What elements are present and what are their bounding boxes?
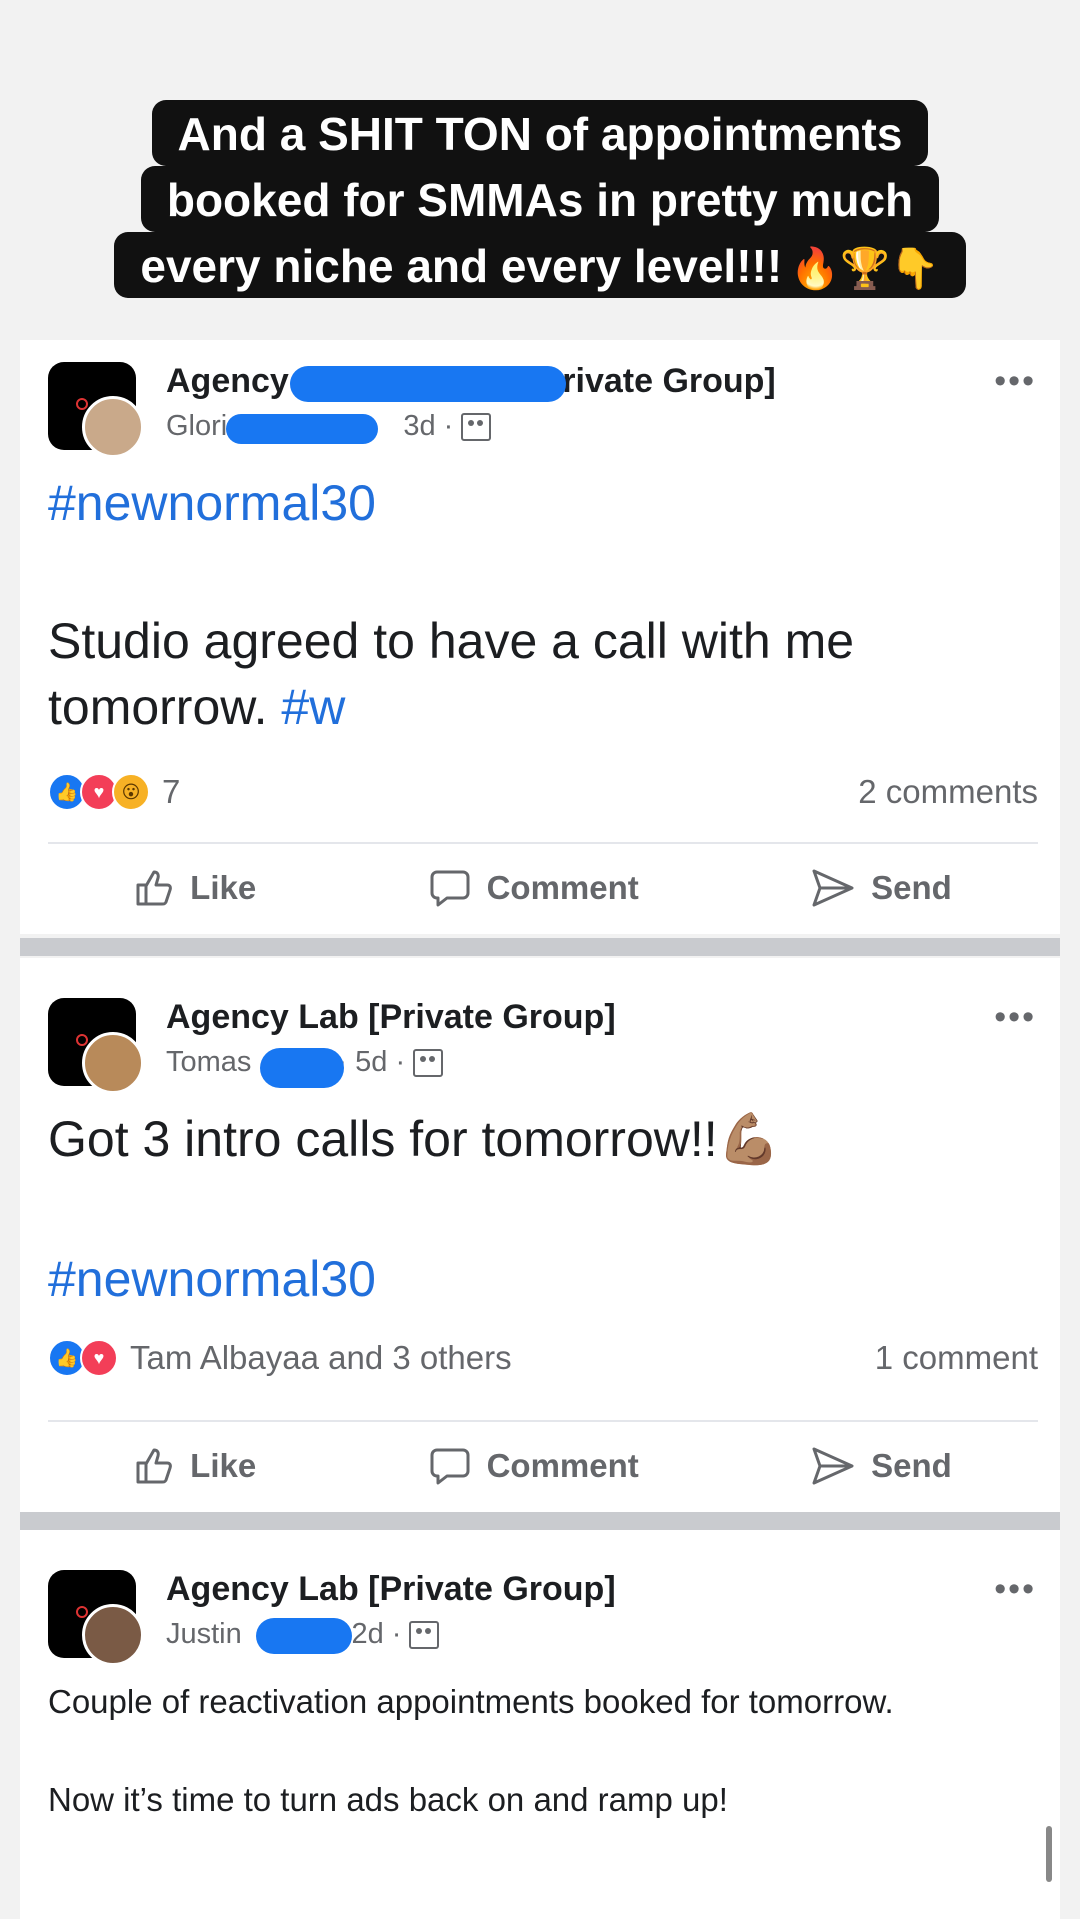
like-button[interactable]: Like (134, 1446, 256, 1486)
comment-button[interactable]: Comment (429, 1446, 639, 1486)
wow-reaction-icon: 😮 (112, 773, 150, 811)
redaction-mark (290, 366, 566, 402)
caption-line-1: And a SHIT TON of appointments (151, 100, 929, 166)
divider (48, 1420, 1038, 1422)
redaction-mark (260, 1048, 344, 1088)
hashtag-link[interactable]: #newnormal30 (48, 1246, 1038, 1312)
post-3: Agency Lab [Private Group] Justin · 2d ·… (20, 1530, 1060, 1919)
group-name[interactable]: Agency Lab [Private Group] (166, 1570, 616, 1609)
hashtag-link[interactable]: #newnormal30 (48, 470, 1038, 536)
post-text-line-2: Now it’s time to turn ads back on and ra… (48, 1781, 728, 1818)
caption-emojis: 🔥🏆👇 (790, 247, 940, 291)
divider (48, 842, 1038, 844)
comment-button[interactable]: Comment (429, 868, 639, 908)
comment-icon (430, 870, 470, 907)
send-button[interactable]: Send (811, 1446, 952, 1486)
group-name[interactable]: Agency Lab [Private Group] (166, 998, 616, 1037)
scrollbar[interactable] (1046, 1826, 1052, 1882)
reaction-count: 7 (162, 773, 181, 810)
post-1: Agency [Private Group] Gloria 3d · ••• #… (20, 340, 1060, 934)
author-name[interactable]: Justin (166, 1618, 242, 1651)
avatar[interactable] (82, 396, 144, 458)
thumbs-up-icon (136, 870, 173, 906)
author-name[interactable]: Tomas (166, 1046, 251, 1079)
post-text: Got 3 intro calls for tomorrow!!💪🏽 (48, 1111, 780, 1167)
group-members-icon (413, 1048, 444, 1077)
reactions[interactable]: 👍 ♥ Tam Albayaa and 3 others (48, 1339, 512, 1377)
love-reaction-icon: ♥ (80, 1339, 118, 1377)
group-members-icon (409, 1620, 440, 1649)
thumbs-up-icon (136, 1448, 173, 1484)
like-button[interactable]: Like (134, 868, 256, 908)
more-options-button[interactable]: ••• (994, 998, 1036, 1037)
redaction-mark (256, 1618, 352, 1654)
send-button[interactable]: Send (811, 868, 952, 908)
comment-count[interactable]: 2 comments (858, 773, 1038, 811)
comment-icon (430, 1448, 470, 1485)
reaction-summary: 👍 ♥ Tam Albayaa and 3 others 1 comment (48, 1336, 1038, 1380)
reaction-summary: 👍 ♥ 😮 7 2 comments (48, 770, 1038, 814)
caption-line-3: every niche and every level!!! 🔥🏆👇 (114, 232, 966, 298)
post-2: Agency Lab [Private Group] Tomas · 5d · … (20, 958, 1060, 1512)
post-header: Agency Lab [Private Group] Tomas · 5d · (48, 998, 1038, 1098)
hashtag-link[interactable]: #w (281, 679, 345, 735)
post-text: Studio agreed to have a call with me tom… (48, 613, 855, 735)
action-bar: Like Comment Send (48, 858, 1038, 918)
post-separator (20, 938, 1060, 956)
post-text-line-1: Couple of reactivation appointments book… (48, 1683, 894, 1720)
send-icon (812, 1447, 854, 1485)
avatar[interactable] (82, 1604, 144, 1666)
action-bar: Like Comment Send (48, 1436, 1038, 1496)
post-time[interactable]: 3d · (403, 410, 453, 443)
group-members-icon (461, 412, 492, 441)
post-header: Agency [Private Group] Gloria 3d · (48, 362, 1038, 462)
post-time[interactable]: · 5d · (337, 1046, 405, 1079)
story-caption: And a SHIT TON of appointments booked fo… (0, 100, 1080, 298)
reactor-names: Tam Albayaa and 3 others (130, 1339, 512, 1376)
redaction-mark (226, 414, 378, 444)
post-header: Agency Lab [Private Group] Justin · 2d · (48, 1570, 1038, 1670)
reactions[interactable]: 👍 ♥ 😮 7 (48, 773, 180, 811)
caption-line-2: booked for SMMAs in pretty much (140, 166, 940, 232)
send-icon (812, 869, 854, 907)
more-options-button[interactable]: ••• (994, 1570, 1036, 1609)
post-separator (20, 1512, 1060, 1530)
comment-count[interactable]: 1 comment (875, 1339, 1038, 1377)
avatar[interactable] (82, 1032, 144, 1094)
more-options-button[interactable]: ••• (994, 362, 1036, 401)
